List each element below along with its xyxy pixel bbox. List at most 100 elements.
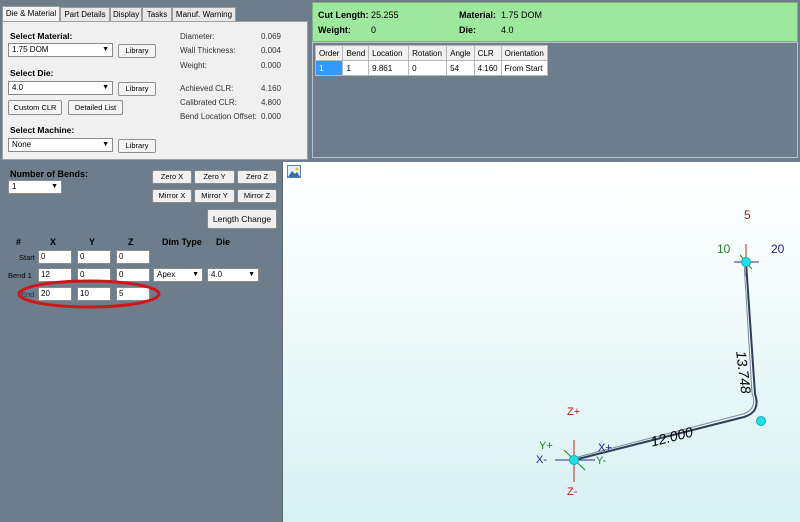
zero-x-button[interactable]: Zero X	[152, 170, 192, 184]
start-node[interactable]	[569, 455, 579, 465]
col-hash-header: #	[16, 237, 22, 247]
tab-display[interactable]: Display	[110, 7, 142, 21]
start-row-label: Start	[19, 253, 35, 262]
axis-y-minus-label: Y-	[596, 455, 606, 467]
summary-weight-label: Weight:	[318, 25, 351, 35]
chevron-down-icon: ▼	[51, 183, 58, 190]
col-dim-type-header: Dim Type	[162, 237, 202, 247]
material-select[interactable]: 1.75 DOM ▼	[8, 43, 113, 57]
cell-angle[interactable]: 54	[446, 60, 475, 76]
summary-weight-value: 0	[371, 25, 377, 35]
start-y-input[interactable]: 0	[77, 250, 111, 264]
calibrated-clr-label: Calibrated CLR:	[180, 98, 237, 107]
start-z-input[interactable]: 0	[116, 250, 150, 264]
col-rotation[interactable]: Rotation	[408, 45, 448, 61]
zero-z-button[interactable]: Zero Z	[237, 170, 277, 184]
mirror-z-button[interactable]: Mirror Z	[237, 189, 277, 203]
achieved-clr-label: Achieved CLR:	[180, 84, 234, 93]
bends-panel: Number of Bends: 1 ▼ Zero X Zero Y Zero …	[2, 163, 280, 520]
bend-table-area: Order Bend Location Rotation Angle CLR O…	[312, 42, 798, 158]
die-library-button[interactable]: Library	[118, 82, 156, 96]
cut-length-label: Cut Length:	[318, 10, 369, 20]
machine-select[interactable]: None ▼	[8, 138, 113, 152]
chevron-down-icon: ▼	[192, 271, 199, 278]
select-material-label: Select Material:	[10, 31, 73, 41]
die-select[interactable]: 4.0 ▼	[8, 81, 113, 95]
table-header-row: Order Bend Location Rotation Angle CLR O…	[314, 45, 548, 61]
end-node[interactable]	[741, 257, 751, 267]
summary-material-label: Material:	[459, 10, 497, 20]
custom-clr-button[interactable]: Custom CLR	[8, 100, 62, 115]
select-die-label: Select Die:	[10, 68, 54, 78]
diameter-value: 0.069	[260, 32, 281, 41]
axis-z-minus-label: Z-	[567, 486, 578, 498]
summary-die-value: 4.0	[501, 25, 514, 35]
number-of-bends-select[interactable]: 1 ▼	[8, 180, 62, 194]
weight-value: 0.000	[260, 61, 281, 70]
detailed-list-button[interactable]: Detailed List	[68, 100, 123, 115]
weight-label: Weight:	[180, 61, 207, 70]
end-z-label: 5	[744, 208, 751, 222]
tab-tasks[interactable]: Tasks	[142, 7, 172, 21]
col-angle[interactable]: Angle	[446, 45, 475, 61]
axis-y-plus-label: Y+	[539, 440, 553, 452]
material-library-button[interactable]: Library	[118, 44, 156, 58]
cell-rotation[interactable]: 0	[408, 60, 448, 76]
select-machine-label: Select Machine:	[10, 125, 75, 135]
bend1-die-select[interactable]: 4.0 ▼	[207, 268, 259, 282]
col-clr[interactable]: CLR	[473, 45, 502, 61]
tube-drawing	[555, 244, 766, 482]
cell-bend[interactable]: 1	[342, 60, 370, 76]
die-material-panel: Select Material: 1.75 DOM ▼ Library Sele…	[2, 21, 308, 160]
die-select-value: 4.0	[12, 83, 24, 92]
cut-length-value: 25.255	[371, 10, 399, 20]
cell-order[interactable]: 1	[314, 60, 344, 76]
col-die-header: Die	[216, 237, 231, 247]
summary-die-label: Die:	[459, 25, 477, 35]
tab-part-details[interactable]: Part Details	[60, 7, 110, 21]
tab-die-material[interactable]: Die & Material	[2, 6, 60, 21]
bend-node[interactable]	[756, 416, 766, 426]
cell-clr[interactable]: 4.160	[473, 60, 502, 76]
mirror-y-button[interactable]: Mirror Y	[194, 189, 235, 203]
number-of-bends-value: 1	[12, 182, 17, 191]
bend-location-offset-value: 0.000	[260, 112, 281, 121]
achieved-clr-value: 4.160	[260, 84, 281, 93]
chevron-down-icon: ▼	[102, 84, 109, 91]
zero-y-button[interactable]: Zero Y	[194, 170, 235, 184]
diameter-label: Diameter:	[180, 32, 215, 41]
table-row[interactable]: 1 1 9.861 0 54 4.160 From Start	[314, 60, 548, 76]
col-x-header: X	[50, 237, 57, 247]
3d-viewport[interactable]: 5 10 20 13.748 12.000 Z+ Z- Y+ Y- X+ X-	[282, 162, 800, 522]
cell-location[interactable]: 9.861	[368, 60, 410, 76]
machine-library-button[interactable]: Library	[118, 139, 156, 153]
bend1-die-value: 4.0	[211, 270, 223, 279]
axis-x-plus-label: X+	[598, 442, 612, 454]
wall-thickness-label: Wall Thickness:	[180, 46, 236, 55]
start-x-input[interactable]: 0	[38, 250, 72, 264]
cell-orientation[interactable]: From Start	[500, 60, 548, 76]
col-bend[interactable]: Bend	[342, 45, 370, 61]
axis-z-plus-label: Z+	[567, 406, 581, 418]
bend-location-offset-label: Bend Location Offset:	[180, 112, 257, 121]
highlight-ellipse	[17, 279, 161, 309]
summary-material-value: 1.75 DOM	[501, 10, 543, 20]
col-orientation[interactable]: Orientation	[500, 45, 548, 61]
calibrated-clr-value: 4.800	[260, 98, 281, 107]
length-change-button[interactable]: Length Change	[207, 209, 277, 229]
chevron-down-icon: ▼	[102, 141, 109, 148]
col-z-header: Z	[128, 237, 134, 247]
bend-table: Order Bend Location Rotation Angle CLR O…	[314, 45, 548, 76]
machine-select-value: None	[12, 140, 32, 149]
col-y-header: Y	[89, 237, 96, 247]
axis-x-minus-label: X-	[536, 454, 547, 466]
number-of-bends-label: Number of Bends:	[10, 169, 89, 179]
wall-thickness-value: 0.004	[260, 46, 281, 55]
mirror-x-button[interactable]: Mirror X	[152, 189, 192, 203]
col-order[interactable]: Order	[314, 45, 344, 61]
chevron-down-icon: ▼	[102, 46, 109, 53]
end-x-label: 20	[771, 242, 785, 256]
col-location[interactable]: Location	[368, 45, 410, 61]
tab-manuf-warning[interactable]: Manuf. Warning	[172, 7, 236, 21]
summary-panel: Cut Length: 25.255 Weight: 0 Material: 1…	[312, 2, 798, 42]
